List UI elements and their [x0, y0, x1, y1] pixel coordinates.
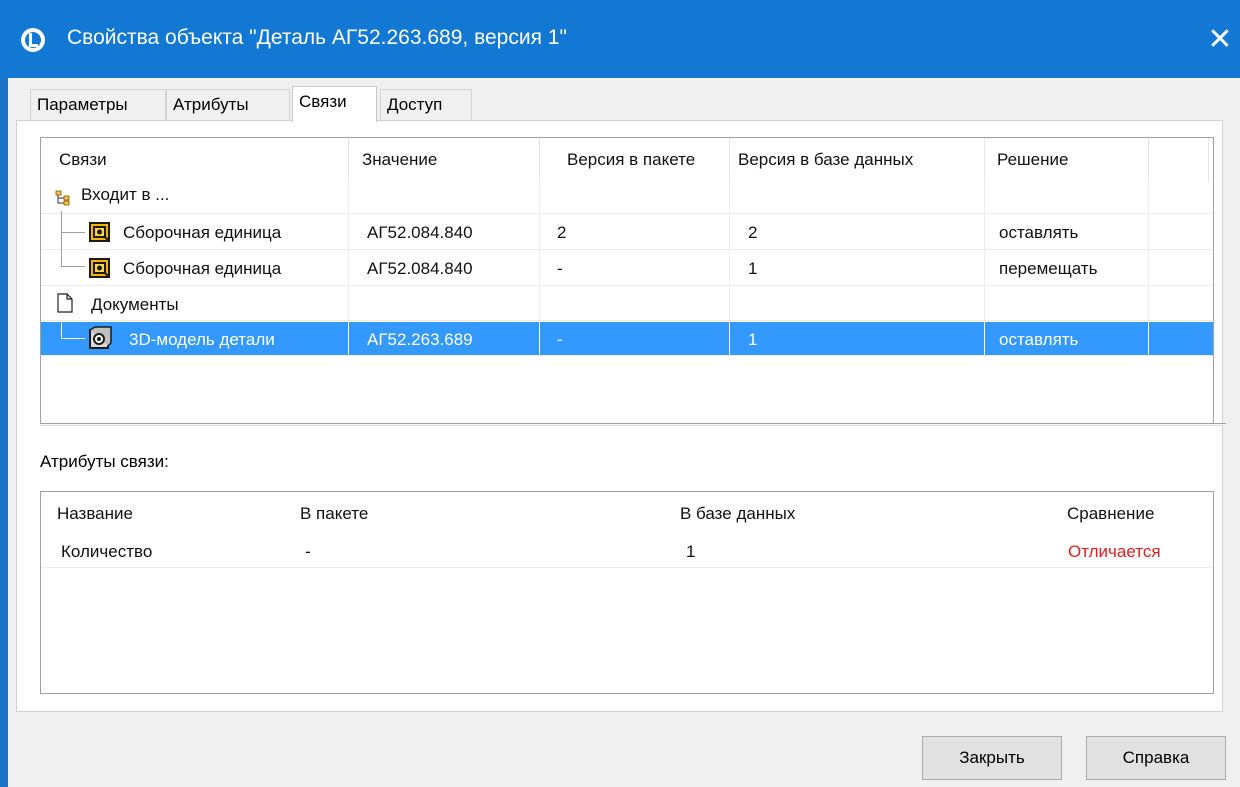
row-value	[349, 287, 540, 321]
row-value: АГ52.084.840	[349, 251, 540, 286]
close-button[interactable]: Закрыть	[922, 736, 1062, 780]
row-decision: перемещать	[985, 251, 1149, 286]
tree-row-group-used-in[interactable]: Входит в ...	[41, 180, 1213, 214]
row-db-version	[730, 180, 985, 214]
splitter[interactable]	[40, 423, 1226, 426]
assembly-icon	[89, 258, 110, 278]
row-db-version: 1	[730, 322, 985, 356]
links-grid[interactable]: Связи Значение Версия в пакете Версия в …	[40, 137, 1214, 424]
row-name: Сборочная единица	[119, 251, 349, 286]
column-header-name[interactable]: Название	[41, 492, 288, 536]
tree-row-assembly-2[interactable]: Сборочная единица АГ52.084.840 - 1 перем…	[41, 233, 1213, 286]
tab-parameters[interactable]: Параметры	[30, 89, 166, 120]
link-attributes-label: Атрибуты связи:	[40, 452, 169, 471]
row-name: Входит в ...	[77, 180, 349, 214]
properties-dialog: Свойства объекта "Деталь АГ52.263.689, в…	[0, 0, 1240, 787]
assembly-icon	[89, 222, 110, 242]
help-button[interactable]: Справка	[1086, 736, 1226, 780]
attributes-grid-header: Название В пакете В базе данных Сравнени…	[41, 492, 1213, 536]
row-decision	[985, 287, 1149, 321]
tab-label: Связи	[299, 92, 347, 111]
links-grid-header: Связи Значение Версия в пакете Версия в …	[41, 138, 1213, 182]
tree-row-3d-model[interactable]: 3D-модель детали АГ52.263.689 - 1 оставл…	[41, 322, 1213, 356]
tree-row-group-documents[interactable]: Документы	[41, 287, 1213, 321]
row-decision	[985, 180, 1149, 214]
row-pkg-version: -	[540, 322, 730, 356]
window-border	[0, 78, 8, 787]
attribute-pkg-value: -	[305, 542, 311, 561]
row-pkg-version	[540, 287, 730, 321]
column-header-db-version[interactable]: Версия в базе данных	[730, 138, 985, 182]
window-title: Свойства объекта "Деталь АГ52.263.689, в…	[67, 26, 567, 49]
attribute-row[interactable]: Количество - 1 Отличается	[41, 534, 1213, 568]
tree-connector	[61, 266, 85, 267]
attribute-db-value: 1	[686, 542, 696, 561]
tab-attributes[interactable]: Атрибуты	[166, 89, 290, 120]
row-decision: оставлять	[985, 322, 1149, 356]
column-header-decision[interactable]: Решение	[985, 138, 1149, 182]
3d-model-icon	[89, 326, 112, 349]
column-header-in-package[interactable]: В пакете	[288, 492, 672, 536]
row-name: Сборочная единица	[119, 215, 349, 250]
column-header-comparison[interactable]: Сравнение	[1049, 492, 1209, 536]
attribute-name: Количество	[61, 542, 153, 561]
tab-links[interactable]: Связи	[292, 86, 377, 122]
tree-connector	[61, 233, 62, 266]
tree-connector	[61, 211, 62, 233]
row-value: АГ52.084.840	[349, 215, 540, 250]
row-pkg-version: 2	[540, 215, 730, 250]
hierarchy-icon	[55, 190, 70, 206]
close-icon[interactable]: ✕	[1200, 18, 1240, 62]
tab-access[interactable]: Доступ	[380, 89, 472, 120]
tab-label: Атрибуты	[173, 95, 249, 114]
title-bar[interactable]: Свойства объекта "Деталь АГ52.263.689, в…	[0, 0, 1240, 78]
row-name: 3D-модель детали	[119, 322, 349, 356]
row-db-version	[730, 287, 985, 321]
column-header-empty	[1149, 138, 1209, 182]
document-icon	[57, 293, 73, 313]
tree-connector	[61, 232, 85, 233]
tree-connector	[61, 338, 85, 339]
row-value	[349, 180, 540, 214]
row-db-version: 2	[730, 215, 985, 250]
link-attributes-grid[interactable]: Название В пакете В базе данных Сравнени…	[40, 491, 1214, 694]
tab-label: Доступ	[387, 95, 443, 114]
tree-row-assembly-1[interactable]: Сборочная единица АГ52.084.840 2 2 остав…	[41, 211, 1213, 250]
tree-connector	[61, 322, 62, 338]
column-header-in-database[interactable]: В базе данных	[672, 492, 1049, 536]
tab-label: Параметры	[37, 95, 128, 114]
row-value: АГ52.263.689	[349, 322, 540, 356]
column-header-links[interactable]: Связи	[41, 138, 349, 182]
attribute-comparison: Отличается	[1068, 542, 1161, 561]
row-db-version: 1	[730, 251, 985, 286]
row-pkg-version: -	[540, 251, 730, 286]
row-name: Документы	[85, 287, 349, 321]
app-logo-icon	[21, 28, 45, 52]
row-pkg-version	[540, 180, 730, 214]
row-decision: оставлять	[985, 215, 1149, 250]
column-header-pkg-version[interactable]: Версия в пакете	[540, 138, 730, 182]
column-header-value[interactable]: Значение	[349, 138, 540, 182]
